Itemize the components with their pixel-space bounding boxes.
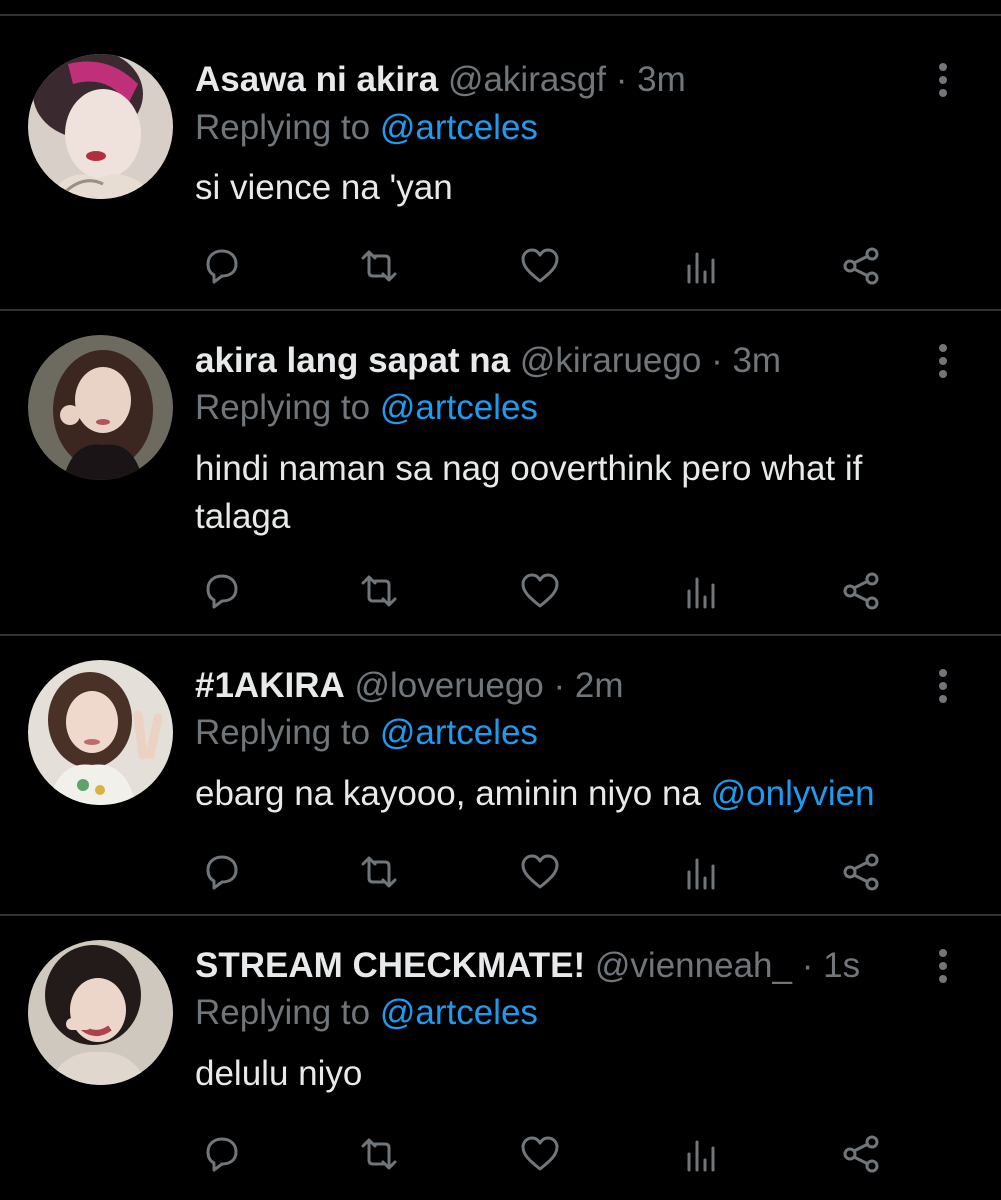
analytics-icon[interactable]: [679, 569, 723, 613]
tweet-text: ebarg na kayooo, aminin niyo na @onlyvie…: [195, 770, 961, 818]
replying-to-link[interactable]: @artceles: [380, 713, 538, 752]
separator-dot: ·: [553, 666, 566, 705]
replying-to: Replying to @artceles: [195, 388, 538, 428]
replying-prefix: Replying to: [195, 713, 380, 752]
replying-prefix: Replying to: [195, 388, 380, 427]
analytics-icon[interactable]: [679, 1132, 723, 1176]
tweet-text: si vience na 'yan: [195, 164, 961, 212]
more-vertical-icon[interactable]: [933, 341, 953, 381]
user-handle[interactable]: @loveruego: [355, 666, 544, 705]
replying-prefix: Replying to: [195, 993, 380, 1032]
retweet-icon[interactable]: [357, 850, 401, 894]
tweet-text: delulu niyo: [195, 1050, 961, 1098]
more-vertical-icon[interactable]: [933, 666, 953, 706]
like-icon[interactable]: [518, 850, 562, 894]
timestamp[interactable]: 3m: [732, 341, 781, 380]
share-icon[interactable]: [840, 569, 884, 613]
more-vertical-icon[interactable]: [933, 60, 953, 100]
user-handle[interactable]: @kiraruego: [520, 341, 701, 380]
timestamp[interactable]: 1s: [823, 946, 860, 985]
display-name[interactable]: #1AKIRA: [195, 666, 345, 705]
replying-to: Replying to @artceles: [195, 993, 538, 1033]
retweet-icon[interactable]: [357, 244, 401, 288]
like-icon[interactable]: [518, 244, 562, 288]
reply-icon[interactable]: [200, 569, 244, 613]
avatar[interactable]: [28, 335, 173, 480]
separator-dot: ·: [711, 341, 723, 380]
avatar[interactable]: [28, 940, 173, 1085]
reply-icon[interactable]: [200, 850, 244, 894]
retweet-icon[interactable]: [357, 569, 401, 613]
timestamp[interactable]: 2m: [575, 666, 624, 705]
share-icon[interactable]: [840, 244, 884, 288]
tweet-body: si vience na 'yan: [195, 168, 453, 207]
user-handle[interactable]: @akirasgf: [448, 60, 606, 99]
action-bar: [195, 569, 915, 613]
share-icon[interactable]: [840, 1132, 884, 1176]
analytics-icon[interactable]: [679, 244, 723, 288]
retweet-icon[interactable]: [357, 1132, 401, 1176]
reply-icon[interactable]: [200, 1132, 244, 1176]
like-icon[interactable]: [518, 569, 562, 613]
action-bar: [195, 1132, 915, 1176]
tweet-mention[interactable]: @onlyvien: [711, 774, 875, 813]
tweet[interactable]: #1AKIRA @loveruego · 2m Replying to @art…: [0, 636, 1001, 916]
separator-dot: ·: [801, 946, 814, 985]
tweet-header: #1AKIRA @loveruego · 2m: [195, 666, 921, 706]
replying-to: Replying to @artceles: [195, 108, 538, 148]
replying-to-link[interactable]: @artceles: [380, 108, 538, 147]
tweet-text: hindi naman sa nag ooverthink pero what …: [195, 445, 961, 541]
like-icon[interactable]: [518, 1132, 562, 1176]
action-bar: [195, 850, 915, 894]
replying-to: Replying to @artceles: [195, 713, 538, 753]
tweet[interactable]: STREAM CHECKMATE! @vienneah_ · 1s Replyi…: [0, 916, 1001, 1200]
replying-to-link[interactable]: @artceles: [380, 993, 538, 1032]
reply-icon[interactable]: [200, 244, 244, 288]
tweet-body: delulu niyo: [195, 1054, 363, 1093]
share-icon[interactable]: [840, 850, 884, 894]
tweet[interactable]: akira lang sapat na @kiraruego · 3m Repl…: [0, 311, 1001, 636]
display-name[interactable]: STREAM CHECKMATE!: [195, 946, 585, 985]
tweet-header: akira lang sapat na @kiraruego · 3m: [195, 341, 921, 381]
replying-to-link[interactable]: @artceles: [380, 388, 538, 427]
replying-prefix: Replying to: [195, 108, 380, 147]
action-bar: [195, 244, 915, 288]
display-name[interactable]: Asawa ni akira: [195, 60, 438, 99]
tweet-header: Asawa ni akira @akirasgf · 3m: [195, 60, 921, 100]
timestamp[interactable]: 3m: [637, 60, 686, 99]
avatar[interactable]: [28, 54, 173, 199]
analytics-icon[interactable]: [679, 850, 723, 894]
avatar[interactable]: [28, 660, 173, 805]
display-name[interactable]: akira lang sapat na: [195, 341, 510, 380]
tweet-body: ebarg na kayooo, aminin niyo na: [195, 774, 711, 813]
tweet-header: STREAM CHECKMATE! @vienneah_ · 1s: [195, 946, 921, 986]
separator-dot: ·: [615, 60, 628, 99]
tweet[interactable]: Asawa ni akira @akirasgf · 3m Replying t…: [0, 16, 1001, 311]
more-vertical-icon[interactable]: [933, 946, 953, 986]
user-handle[interactable]: @vienneah_: [595, 946, 792, 985]
tweet-body: hindi naman sa nag ooverthink pero what …: [195, 449, 863, 536]
